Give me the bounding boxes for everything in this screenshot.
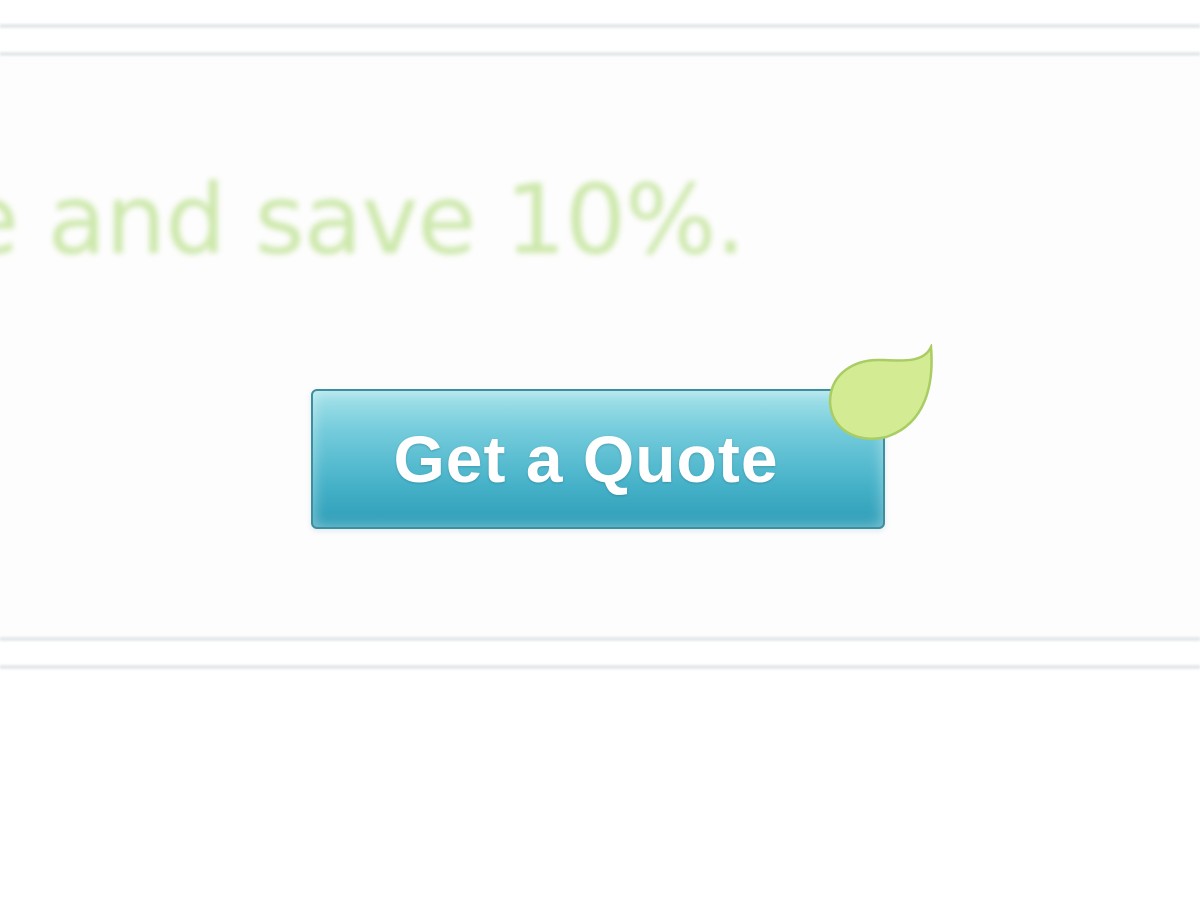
bottom-divider — [0, 637, 1200, 641]
promo-headline: e and save 10%. — [0, 164, 746, 276]
zip-field-wrapper — [0, 380, 260, 540]
get-a-quote-label: Get a Quote — [393, 422, 779, 496]
quote-panel — [0, 57, 1200, 637]
get-a-quote-button[interactable]: Get a Quote — [311, 389, 885, 529]
leaf-icon — [828, 344, 933, 440]
quote-page: e and save 10%. Get a Quote — [0, 0, 1200, 900]
top-divider — [0, 24, 1200, 28]
bottom-divider-outer — [0, 665, 1200, 669]
top-divider-inner — [0, 52, 1200, 56]
